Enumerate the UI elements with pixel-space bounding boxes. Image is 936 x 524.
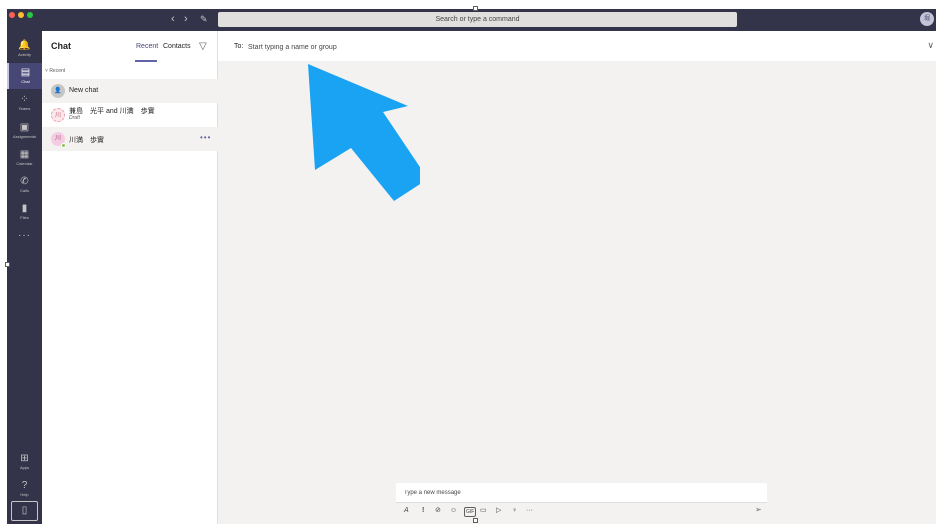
teams-window: ‹ › ✎ Search or type a command 堀 🔔 Activ… — [7, 9, 936, 524]
presence-available-icon — [61, 143, 66, 148]
app-bar: 🔔 Activity ▤ Chat ⁘ Teams ▣ Assignments … — [7, 31, 42, 524]
list-item-direct-chat[interactable]: 川 川満 歩實 ••• — [42, 127, 218, 151]
rail-item-apps[interactable]: ⊞ Apps — [7, 449, 42, 475]
apps-icon: ⊞ — [20, 453, 29, 464]
rail-label: Assignments — [13, 134, 36, 139]
rail-label: Activity — [18, 52, 31, 57]
chevron-down-icon: ˅ — [45, 68, 48, 74]
list-item-new-chat[interactable]: 👤 New chat — [42, 79, 218, 103]
rail-item-help[interactable]: ? Help — [7, 476, 42, 502]
person-icon: 👤 — [51, 84, 65, 98]
rail-label: Teams — [18, 106, 31, 111]
forward-arrow-icon[interactable]: › — [184, 12, 188, 26]
rail-label: Calendar — [16, 161, 33, 166]
to-bar: To: ∨ — [218, 31, 936, 61]
rail-item-chat[interactable]: ▤ Chat — [7, 63, 42, 89]
emoji-icon[interactable]: ☺ — [450, 505, 457, 517]
meet-now-icon[interactable]: ▷ — [496, 505, 501, 517]
user-avatar[interactable]: 堀 — [920, 12, 934, 26]
format-icon[interactable]: A — [404, 505, 409, 517]
recipient-input[interactable] — [248, 42, 548, 52]
resize-handle-bottom[interactable] — [473, 518, 478, 523]
list-item-name: 兼島 光平 and 川満 歩實 — [69, 108, 155, 115]
maximize-window-button[interactable] — [27, 12, 33, 18]
teams-icon: ⁘ — [20, 94, 29, 105]
minimize-window-button[interactable] — [18, 12, 24, 18]
praise-icon[interactable]: ♀ — [512, 505, 517, 517]
annotation-arrow-icon — [308, 64, 420, 201]
chat-pane-title: Chat — [51, 41, 71, 51]
list-item-group-chat[interactable]: 川 兼島 光平 and 川満 歩實 Draft — [42, 103, 218, 127]
active-tab-indicator — [135, 60, 157, 62]
phone-icon: ✆ — [20, 176, 29, 187]
sticker-icon[interactable]: ▭ — [480, 505, 487, 517]
recent-section-header[interactable]: ˅ Recent — [45, 68, 65, 74]
list-item-name: New chat — [69, 87, 99, 94]
more-options-icon[interactable]: ··· — [526, 505, 533, 517]
send-icon[interactable]: ➢ — [755, 505, 762, 514]
help-icon: ? — [21, 480, 28, 491]
important-icon[interactable]: ! — [422, 505, 424, 517]
chat-list-pane: Chat Recent Contacts ▽ ˅ Recent 👤 New ch… — [42, 31, 218, 524]
tab-recent[interactable]: Recent — [136, 43, 158, 50]
chat-icon: ▤ — [20, 67, 31, 78]
tab-contacts[interactable]: Contacts — [163, 43, 191, 50]
rail-label: Apps — [19, 465, 30, 470]
to-label: To: — [234, 43, 244, 50]
resize-handle-top[interactable] — [473, 6, 478, 11]
resize-handle-left[interactable] — [5, 262, 10, 267]
bell-icon: 🔔 — [18, 40, 31, 51]
rail-item-activity[interactable]: 🔔 Activity — [7, 36, 42, 62]
rail-label: Help — [20, 492, 29, 497]
chevron-down-icon[interactable]: ∨ — [927, 40, 934, 51]
back-arrow-icon[interactable]: ‹ — [171, 12, 175, 26]
device-icon[interactable]: ▯ — [11, 501, 38, 521]
recent-section-label: Recent — [49, 68, 66, 74]
rail-item-teams[interactable]: ⁘ Teams — [7, 90, 42, 116]
rail-item-files[interactable]: ▮ Files — [7, 199, 42, 225]
list-item-name: 川満 歩實 — [69, 137, 104, 144]
calendar-icon: ▦ — [19, 149, 30, 160]
list-item-draft-label: Draft — [69, 115, 80, 121]
assignments-icon: ▣ — [19, 122, 30, 133]
rail-item-calls[interactable]: ✆ Calls — [7, 172, 42, 198]
message-input[interactable] — [404, 487, 754, 499]
rail-item-calendar[interactable]: ▦ Calendar — [7, 145, 42, 171]
attach-icon[interactable]: ⊘ — [435, 505, 441, 517]
new-chat-compose-icon[interactable]: ✎ — [200, 12, 208, 26]
rail-item-assignments[interactable]: ▣ Assignments — [7, 118, 42, 144]
filter-icon[interactable]: ▽ — [199, 41, 207, 52]
files-icon: ▮ — [21, 203, 28, 214]
more-apps-icon[interactable]: ··· — [7, 230, 42, 241]
search-command-box[interactable]: Search or type a command — [218, 12, 737, 27]
gif-icon[interactable]: GIF — [464, 507, 477, 517]
rail-label: Files — [20, 215, 29, 220]
compose-toolbar: A ! ⊘ ☺ GIF ▭ ▷ ♀ ··· — [396, 505, 767, 519]
close-window-button[interactable] — [9, 12, 15, 18]
more-options-icon[interactable]: ••• — [200, 133, 211, 142]
rail-label: Calls — [20, 188, 29, 193]
group-avatar: 川 — [51, 108, 65, 122]
rail-label: Chat — [21, 79, 30, 84]
new-chat-pane: To: ∨ A ! ⊘ ☺ GIF ▭ ▷ ♀ ··· ➢ — [218, 31, 936, 524]
compose-box[interactable] — [396, 483, 767, 503]
title-bar: ‹ › ✎ Search or type a command 堀 — [7, 9, 936, 31]
